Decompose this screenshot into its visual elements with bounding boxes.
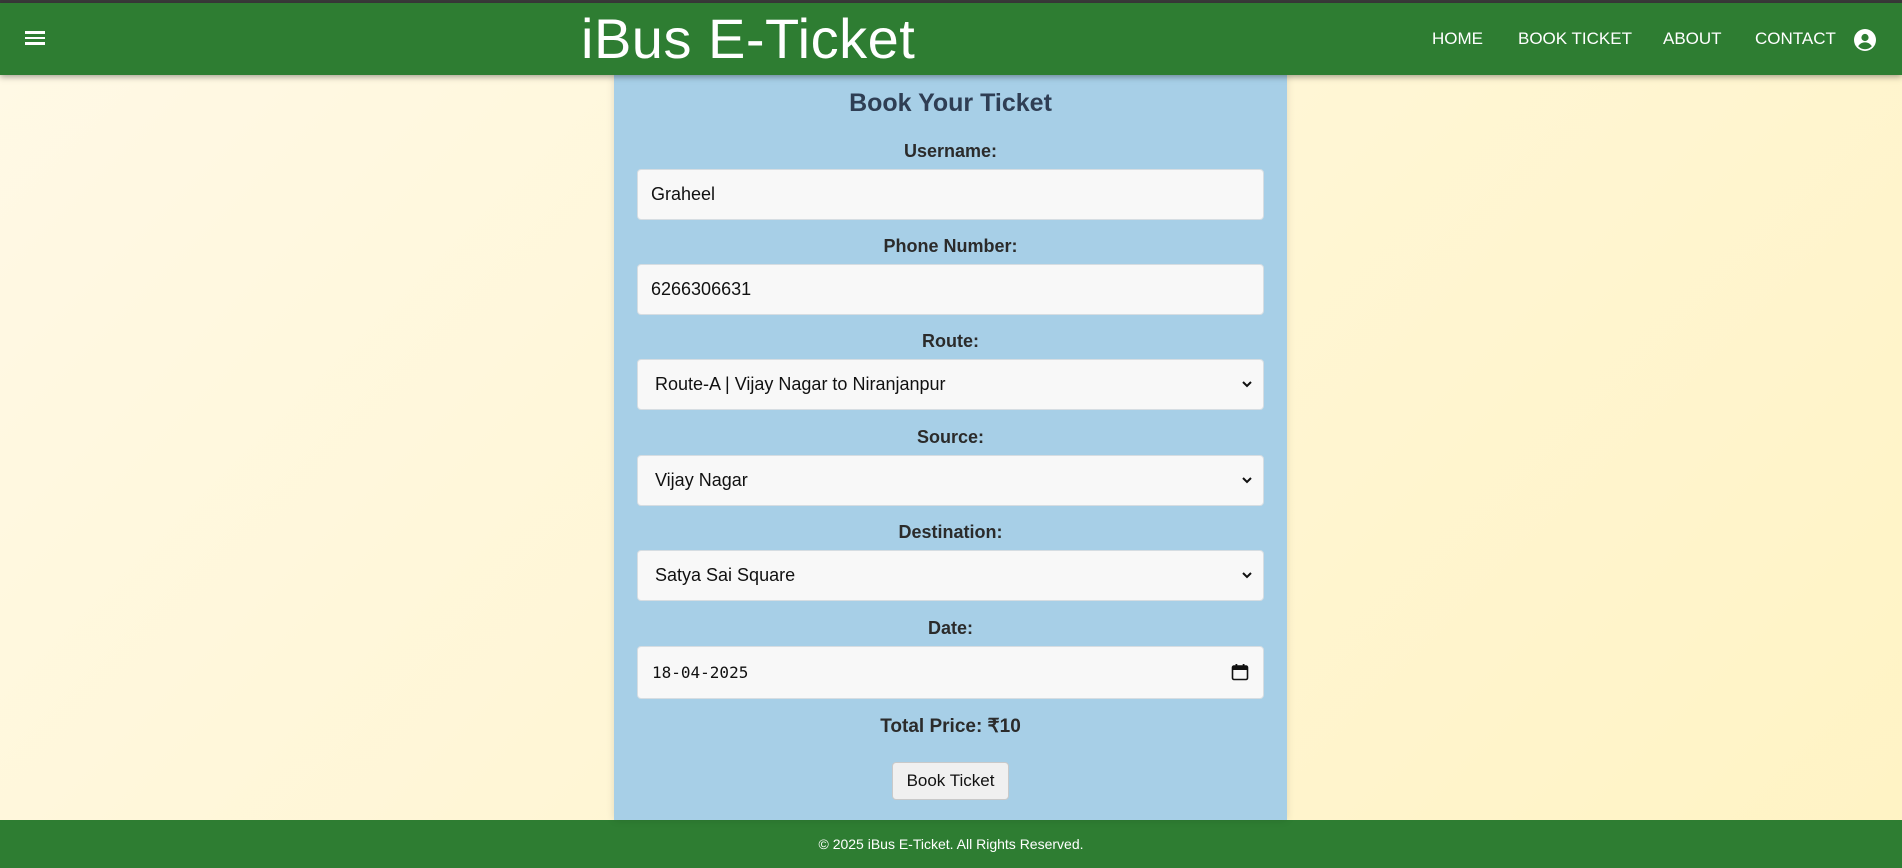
footer: © 2025 iBus E-Ticket. All Rights Reserve… <box>0 820 1902 868</box>
form-title: Book Your Ticket <box>849 89 1052 117</box>
username-value: Graheel <box>651 184 716 204</box>
destination-label: Destination: <box>898 522 1003 542</box>
source-label: Source: <box>916 427 985 447</box>
total-price: Total Price: ₹10 <box>880 716 1021 737</box>
date-input[interactable]: 18-04-2025 <box>637 646 1264 699</box>
destination-select[interactable]: Satya Sai Square <box>637 550 1264 601</box>
route-label: Route: <box>922 331 979 351</box>
date-label: Date: <box>927 618 973 638</box>
chevron-down-icon <box>1242 381 1252 388</box>
app-title: iBus E-Ticket <box>581 7 916 70</box>
chevron-down-icon <box>1242 477 1252 484</box>
source-select[interactable]: Vijay Nagar <box>637 455 1264 506</box>
route-select[interactable]: Route-A | Vijay Nagar to Niranjanpur <box>637 359 1264 410</box>
hamburger-menu-icon[interactable] <box>22 27 48 51</box>
nav-about[interactable]: ABOUT <box>1663 29 1722 49</box>
account-circle-icon[interactable] <box>1853 28 1877 52</box>
source-value: Vijay Nagar <box>655 470 748 490</box>
route-value: Route-A | Vijay Nagar to Niranjanpur <box>655 374 946 394</box>
booking-card: Book Your Ticket Username: Graheel Phone… <box>614 75 1287 820</box>
date-value: 18-04-2025 <box>652 663 749 682</box>
chevron-down-icon <box>1242 572 1252 579</box>
phone-input[interactable]: 6266306631 <box>637 264 1264 315</box>
nav-book-ticket[interactable]: BOOK TICKET <box>1518 29 1632 49</box>
nav-contact[interactable]: CONTACT <box>1755 29 1836 49</box>
username-label: Username: <box>903 141 998 161</box>
app-header: iBus E-Ticket HOME BOOK TICKET ABOUT CON… <box>0 3 1902 75</box>
username-input[interactable]: Graheel <box>637 169 1264 220</box>
phone-label: Phone Number: <box>883 236 1018 256</box>
phone-value: 6266306631 <box>651 279 752 299</box>
nav-home[interactable]: HOME <box>1432 29 1483 49</box>
calendar-icon[interactable] <box>1231 663 1249 681</box>
destination-value: Satya Sai Square <box>655 565 796 585</box>
footer-text: © 2025 iBus E-Ticket. All Rights Reserve… <box>818 836 1084 852</box>
book-ticket-button[interactable]: Book Ticket <box>892 762 1009 800</box>
